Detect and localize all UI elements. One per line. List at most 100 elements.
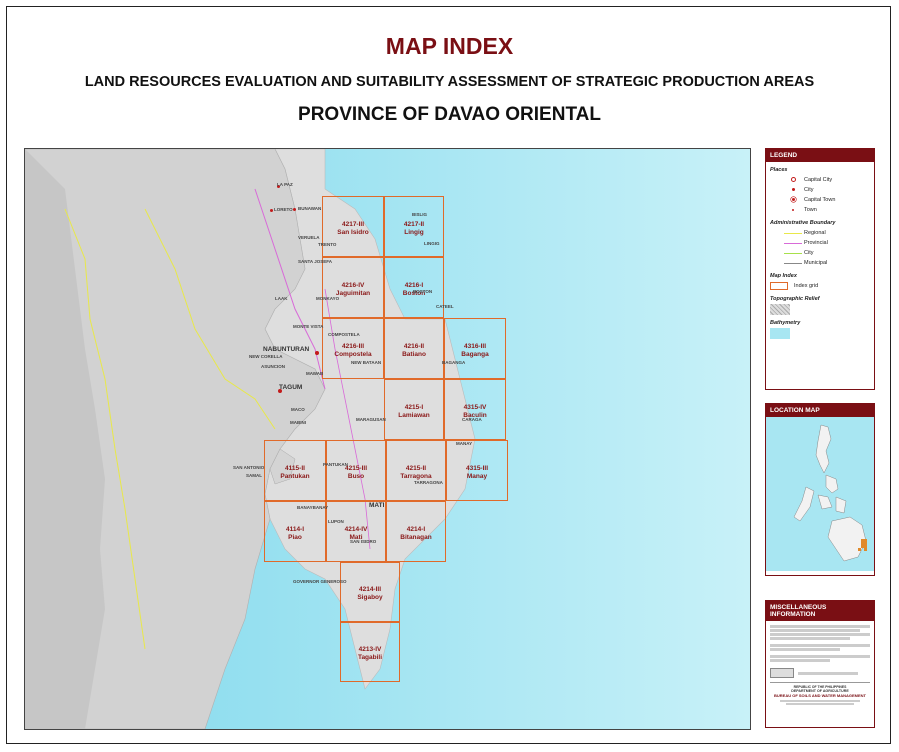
legend-places-heading: Places bbox=[770, 167, 788, 173]
agency-block: REPUBLIC OF THE PHILIPPINES DEPARTMENT O… bbox=[770, 682, 870, 705]
index-grid-code: 4114-I bbox=[285, 525, 305, 533]
relief-swatch bbox=[770, 304, 790, 315]
index-grid-cell[interactable]: 4315-IV Baculin bbox=[444, 379, 506, 440]
place-label-trento: TRENTO bbox=[318, 242, 337, 247]
misc-info-panel: MISCELLANEOUS INFORMATION REPUBLIC OF TH… bbox=[765, 600, 875, 728]
location-map-inset bbox=[766, 417, 874, 571]
place-label-new-bataan: NEW BATAAN bbox=[351, 360, 382, 365]
legend-relief-heading: Topographic Relief bbox=[770, 296, 820, 302]
index-grid-cell[interactable]: 4214-IV Mati bbox=[326, 501, 386, 562]
place-label-banaybanay: BANAYBANAY bbox=[297, 505, 329, 510]
index-grid-name: Baganga bbox=[461, 350, 489, 358]
place-marker bbox=[293, 208, 296, 211]
place-label-caraga: CARAGA bbox=[462, 417, 482, 422]
place-label-nabunturan: NABUNTURAN bbox=[263, 346, 310, 353]
index-grid-code: 4214-I bbox=[406, 525, 426, 533]
main-map[interactable]: 4217-III San Isidro 4217-II Lingig 4216-IV Ja… bbox=[24, 148, 751, 730]
place-label-bunawan: BUNAWAN bbox=[298, 206, 322, 211]
index-grid-cell[interactable]: 4216-IV Jaguimitan bbox=[322, 257, 384, 318]
index-grid-cell[interactable]: 4216-III Compostela bbox=[322, 318, 384, 379]
index-grid-cell[interactable]: 4215-II Tarragona bbox=[386, 440, 446, 501]
index-grid-cell[interactable]: 4216-II Batiano bbox=[384, 318, 444, 379]
index-grid-label: 4214-I Bitanagan bbox=[387, 526, 445, 542]
index-grid-code: 4213-IV bbox=[358, 646, 382, 654]
place-label-governor-generoso: GOVERNOR GENEROSO bbox=[293, 579, 347, 584]
agency-line-3: BUREAU OF SOILS AND WATER MANAGEMENT bbox=[774, 693, 866, 698]
index-grid-cell[interactable]: 4217-II Lingig bbox=[384, 196, 444, 257]
index-grid-label: 4216-III Compostela bbox=[323, 343, 383, 359]
misc-info-body bbox=[766, 621, 874, 666]
index-grid-code: 4215-II bbox=[405, 464, 427, 472]
place-label-bislig: BISLIG bbox=[412, 212, 428, 217]
place-label-asuncion: ASUNCION bbox=[261, 364, 286, 369]
index-grid-code: 4214-III bbox=[358, 586, 382, 594]
index-grid-name: Tagabili bbox=[357, 654, 383, 662]
legend-item-provincial: Provincial bbox=[784, 238, 874, 248]
legend-item-city-boundary: City bbox=[784, 248, 874, 258]
legend-item-regional: Regional bbox=[784, 228, 874, 238]
index-grid-name: Piao bbox=[288, 533, 302, 541]
place-label-maragusan: MARAGUSAN bbox=[356, 417, 386, 422]
legend-title: LEGEND bbox=[766, 149, 874, 162]
place-marker bbox=[270, 209, 273, 212]
index-grid-cell[interactable]: 4216-I Boston bbox=[384, 257, 444, 318]
place-label-laak: LAAK bbox=[275, 296, 288, 301]
capital-marker bbox=[315, 351, 319, 355]
place-label-monkayo: MONKAYO bbox=[316, 296, 340, 301]
index-grid-cell[interactable]: 4213-IV Tagabili bbox=[340, 622, 400, 682]
index-grid-label: 4115-II Pantukan bbox=[265, 465, 325, 481]
index-grid-cell[interactable]: 4315-III Manay bbox=[446, 440, 508, 501]
index-grid-cell[interactable]: 4214-III Sigaboy bbox=[340, 562, 400, 622]
legend-panel: LEGEND Places Capital City City Capital … bbox=[765, 148, 875, 390]
place-label-mati: MATI bbox=[369, 502, 385, 509]
place-label-compostela: COMPOSTELA bbox=[328, 332, 360, 337]
index-grid-code: 4216-III bbox=[341, 342, 365, 350]
legend-item-city: City bbox=[784, 185, 874, 195]
index-grid-cell[interactable]: 4115-II Pantukan bbox=[264, 440, 326, 501]
index-grid-code: 4215-I bbox=[404, 403, 424, 411]
index-grid-code: 4316-III bbox=[463, 342, 487, 350]
index-grid-cell[interactable]: 4316-III Baganga bbox=[444, 318, 506, 379]
index-grid-label: 4217-II Lingig bbox=[385, 221, 443, 237]
legend-item-capital-city: Capital City bbox=[784, 175, 874, 185]
index-grid-code: 4214-IV bbox=[344, 525, 368, 533]
index-grid-label: 4216-II Batiano bbox=[385, 343, 443, 359]
index-grid-name: Sigaboy bbox=[357, 594, 383, 602]
index-grid-code: 4115-II bbox=[285, 464, 305, 472]
index-grid-name: Manay bbox=[466, 472, 488, 480]
place-label-san-antonio: SAN ANTONIO bbox=[233, 465, 265, 470]
cc-license-badge bbox=[770, 668, 870, 678]
index-grid-name: Lingig bbox=[404, 228, 424, 236]
index-grid-cell[interactable]: 4215-I Lamiawan bbox=[384, 379, 444, 440]
index-grid-cell[interactable]: 4217-III San Isidro bbox=[322, 196, 384, 257]
bathymetry-swatch bbox=[770, 328, 790, 339]
place-label-mawab: MAWAB bbox=[306, 371, 324, 376]
index-grid-code: 4216-II bbox=[403, 342, 425, 350]
index-grid-name: Bitanagan bbox=[400, 533, 432, 541]
index-grid-label: 4214-III Sigaboy bbox=[341, 586, 399, 602]
index-grid-name: San Isidro bbox=[337, 228, 369, 236]
legend-item-capital-town: Capital Town bbox=[784, 195, 874, 205]
place-label-la-paz: LA PAZ bbox=[277, 182, 293, 187]
index-grid-cell[interactable]: 4114-I Piao bbox=[264, 501, 326, 562]
index-grid-cell[interactable]: 4215-III Buso bbox=[326, 440, 386, 501]
index-grid-label: 4213-IV Tagabili bbox=[341, 646, 399, 662]
place-label-tarragona: TARRAGONA bbox=[414, 480, 443, 485]
index-grid-label: 4217-III San Isidro bbox=[323, 221, 383, 237]
index-grid-code: 4216-IV bbox=[341, 281, 365, 289]
index-grid-cell[interactable]: 4214-I Bitanagan bbox=[386, 501, 446, 562]
legend-admin-heading: Administrative Boundary bbox=[770, 220, 836, 226]
legend-item-index-grid: Index grid bbox=[770, 281, 874, 291]
index-grid-code: 4315-III bbox=[465, 464, 489, 472]
place-label-baganga: BAGANGA bbox=[442, 360, 466, 365]
legend-item-municipal: Municipal bbox=[784, 258, 874, 268]
legend-map-index-heading: Map Index bbox=[770, 273, 797, 279]
place-label-cateel: CATEEL bbox=[436, 304, 454, 309]
index-grid-code: 4217-III bbox=[341, 220, 365, 228]
place-label-veruela: VERUELA bbox=[298, 235, 320, 240]
place-label-san-isidro: SAN ISIDRO bbox=[350, 539, 377, 544]
index-grid-name: Pantukan bbox=[280, 472, 310, 480]
place-label-lupon: LUPON bbox=[328, 519, 344, 524]
index-grid-name: Lamiawan bbox=[398, 411, 430, 419]
misc-info-title: MISCELLANEOUS INFORMATION bbox=[766, 601, 874, 621]
